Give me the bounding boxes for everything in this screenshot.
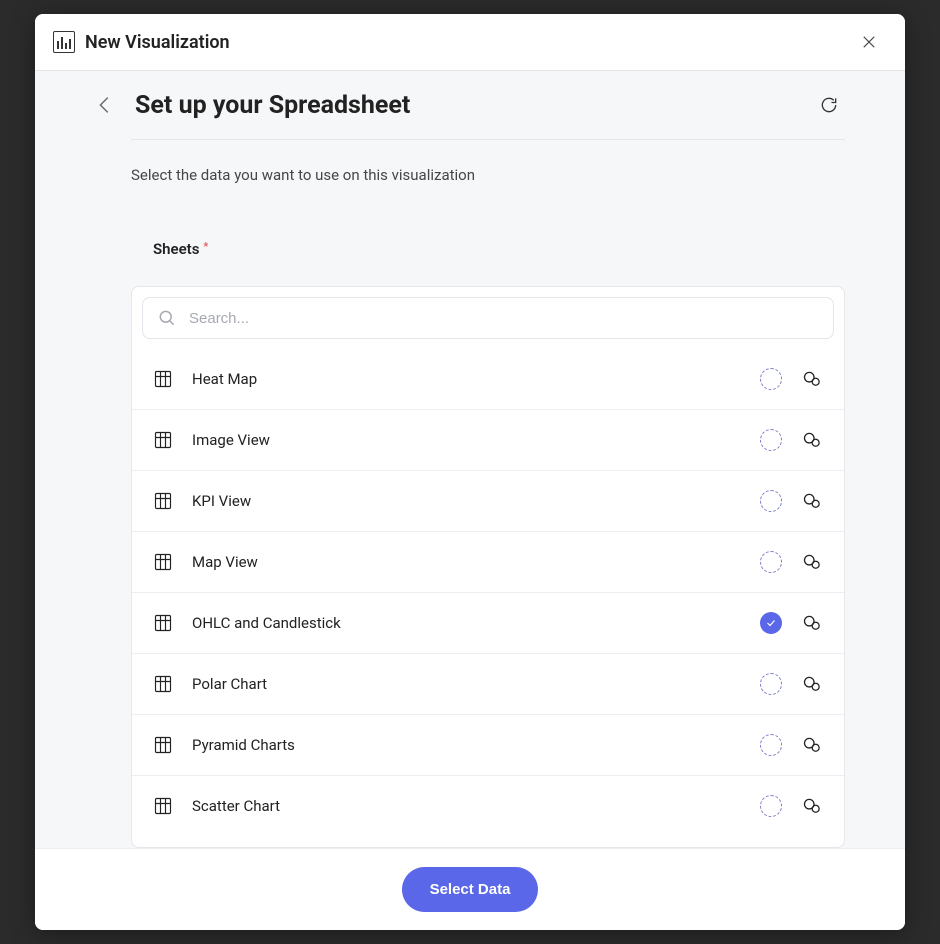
sheet-label: Pyramid Charts <box>192 736 742 754</box>
sheet-label: OHLC and Candlestick <box>192 614 742 632</box>
refresh-button[interactable] <box>813 89 845 121</box>
required-indicator: * <box>203 240 208 253</box>
sheet-row[interactable]: Heat Map <box>132 349 844 409</box>
search-icon <box>157 308 177 328</box>
modal-header-left: New Visualization <box>53 31 230 53</box>
sheet-label: Polar Chart <box>192 675 742 693</box>
page-heading-row: Set up your Spreadsheet <box>35 71 905 121</box>
sheet-radio[interactable] <box>760 795 782 817</box>
back-button[interactable] <box>91 91 119 119</box>
table-icon <box>152 673 174 695</box>
sheets-card-holder: Heat Map Image View KPI View Map View OHLC a… <box>35 258 905 848</box>
select-data-button[interactable]: Select Data <box>402 867 539 912</box>
modal-footer: Select Data <box>35 848 905 930</box>
table-icon <box>152 429 174 451</box>
sheet-radio[interactable] <box>760 551 782 573</box>
sheet-radio[interactable] <box>760 734 782 756</box>
modal-header: New Visualization <box>35 14 905 71</box>
link-sheet-icon[interactable] <box>800 672 824 696</box>
arrow-left-icon <box>94 94 116 116</box>
sheet-radio[interactable] <box>760 429 782 451</box>
modal-body: Set up your Spreadsheet Select the data … <box>35 71 905 848</box>
sheet-label: Scatter Chart <box>192 797 742 815</box>
sheet-row[interactable]: Map View <box>132 531 844 592</box>
link-sheet-icon[interactable] <box>800 367 824 391</box>
sheet-label: KPI View <box>192 492 742 510</box>
search-box[interactable] <box>142 297 834 339</box>
table-icon <box>152 612 174 634</box>
link-sheet-icon[interactable] <box>800 428 824 452</box>
sheet-radio[interactable] <box>760 673 782 695</box>
sheet-row[interactable]: Polar Chart <box>132 653 844 714</box>
sheet-radio[interactable] <box>760 612 782 634</box>
table-icon <box>152 795 174 817</box>
modal-title: New Visualization <box>85 32 230 53</box>
sheet-row[interactable]: Pyramid Charts <box>132 714 844 775</box>
sheet-row[interactable]: Scatter Chart <box>132 775 844 836</box>
refresh-icon <box>819 95 839 115</box>
sheet-label: Map View <box>192 553 742 571</box>
link-sheet-icon[interactable] <box>800 611 824 635</box>
sheet-radio[interactable] <box>760 490 782 512</box>
search-input[interactable] <box>189 310 819 327</box>
link-sheet-icon[interactable] <box>800 733 824 757</box>
sheet-row[interactable]: KPI View <box>132 470 844 531</box>
sheets-label-row: Sheets * <box>35 184 905 258</box>
page-title: Set up your Spreadsheet <box>135 91 410 120</box>
page-description: Select the data you want to use on this … <box>35 140 905 184</box>
sheet-row[interactable]: OHLC and Candlestick <box>132 592 844 653</box>
link-sheet-icon[interactable] <box>800 550 824 574</box>
table-icon <box>152 490 174 512</box>
table-icon <box>152 734 174 756</box>
table-icon <box>152 368 174 390</box>
sheet-label: Image View <box>192 431 742 449</box>
sheet-label: Heat Map <box>192 370 742 388</box>
link-sheet-icon[interactable] <box>800 794 824 818</box>
close-icon <box>860 33 878 51</box>
link-sheet-icon[interactable] <box>800 489 824 513</box>
bar-chart-icon <box>53 31 75 53</box>
new-visualization-modal: New Visualization Set up your Spreadshee… <box>35 14 905 930</box>
sheets-card: Heat Map Image View KPI View Map View OHLC a… <box>131 286 845 848</box>
table-icon <box>152 551 174 573</box>
sheet-row[interactable]: Image View <box>132 409 844 470</box>
back-area: Set up your Spreadsheet <box>91 91 410 120</box>
sheets-label: Sheets <box>153 240 199 258</box>
sheets-list[interactable]: Heat Map Image View KPI View Map View OHLC a… <box>132 349 844 847</box>
close-button[interactable] <box>851 24 887 60</box>
sheet-radio[interactable] <box>760 368 782 390</box>
search-wrap <box>132 287 844 349</box>
